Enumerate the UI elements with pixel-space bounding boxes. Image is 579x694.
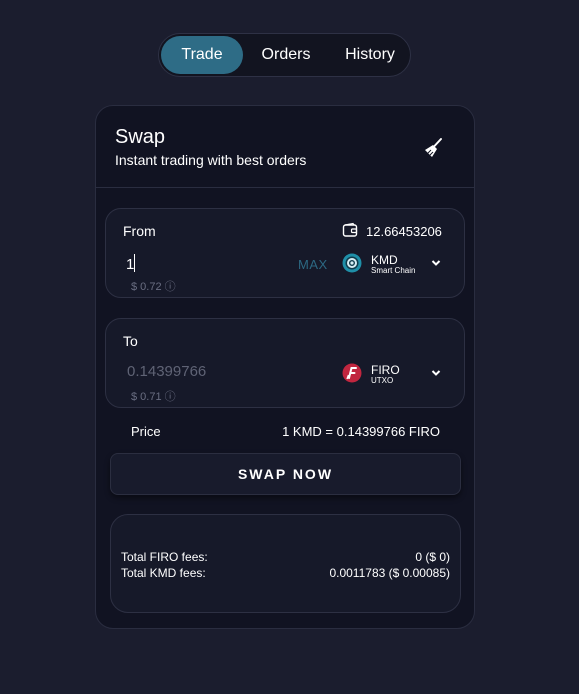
chevron-down-icon (431, 260, 441, 266)
tab-trade[interactable]: Trade (161, 36, 243, 74)
to-usd-value: $ 0.71 ⓘ (131, 391, 176, 403)
from-label: From (123, 223, 156, 239)
to-coin-select[interactable]: FIRO UTXO (342, 359, 452, 389)
firo-fees-value: 0 ($ 0) (415, 550, 450, 564)
kmd-fees-label: Total KMD fees: (121, 566, 206, 580)
page-subtitle: Instant trading with best orders (115, 152, 307, 168)
swap-now-button[interactable]: SWAP NOW (110, 453, 461, 495)
swap-card: Swap Instant trading with best orders Fr… (95, 105, 475, 629)
to-panel: To 0.14399766 $ 0.71 ⓘ FIRO UTXO (105, 318, 465, 408)
to-label: To (123, 333, 138, 349)
from-coin-select[interactable]: KMD Smart Chain (342, 249, 452, 279)
tab-bar: Trade Orders History (158, 33, 411, 77)
to-coin-network: UTXO (371, 376, 394, 385)
text-caret (134, 254, 135, 272)
max-button[interactable]: MAX (298, 257, 328, 272)
from-balance: 12.66453206 (366, 224, 442, 239)
price-value: 1 KMD = 0.14399766 FIRO (282, 424, 440, 439)
fees-panel: Total FIRO fees: 0 ($ 0) Total KMD fees:… (110, 514, 461, 613)
from-coin-network: Smart Chain (371, 266, 416, 275)
firo-fees-label: Total FIRO fees: (121, 550, 208, 564)
firo-coin-icon (342, 363, 362, 383)
to-amount: 0.14399766 (127, 363, 207, 380)
price-label: Price (131, 424, 161, 439)
kmd-fees-value: 0.0011783 ($ 0.00085) (329, 566, 450, 580)
wallet-icon (342, 222, 358, 237)
to-coin-ticker: FIRO (371, 363, 400, 377)
from-amount-input[interactable] (126, 253, 276, 275)
tab-orders[interactable]: Orders (249, 36, 323, 74)
swap-header: Swap Instant trading with best orders (96, 106, 474, 188)
chevron-down-icon (431, 370, 441, 376)
page-title: Swap (115, 126, 166, 148)
tab-history[interactable]: History (331, 36, 409, 74)
kmd-coin-icon (342, 253, 362, 273)
from-usd-value: $ 0.72 ⓘ (131, 281, 176, 293)
broom-icon[interactable] (422, 136, 446, 160)
from-coin-ticker: KMD (371, 253, 398, 267)
from-panel: From 12.66453206 $ 0.72 ⓘ MAX KMD Smart … (105, 208, 465, 298)
